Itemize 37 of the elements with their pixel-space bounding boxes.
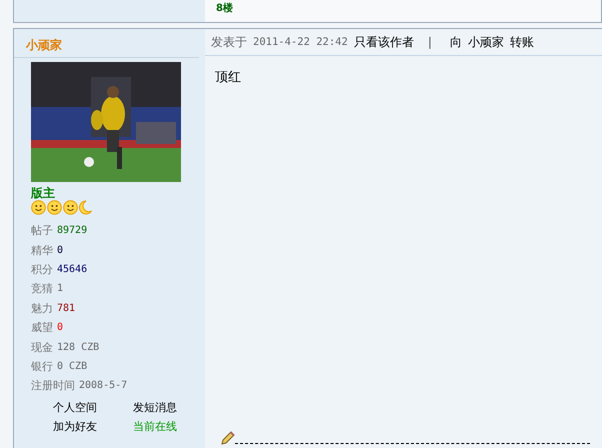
rank-title: 版主 — [31, 186, 56, 200]
stat-value: 0 — [57, 322, 64, 334]
stat-label: 现金 — [31, 340, 53, 355]
moon-icon — [79, 200, 92, 215]
author-only-link[interactable]: 只看该作者 — [354, 34, 414, 50]
stat-value: 128 CZB — [57, 342, 100, 353]
smiley-icon — [31, 200, 46, 215]
stat-label: 积分 — [31, 262, 53, 277]
stat-label: 帖子 — [31, 223, 53, 238]
stat-value: 0 CZB — [57, 360, 88, 372]
stat-label: 注册时间 — [31, 378, 75, 394]
stat-value: 89729 — [57, 225, 88, 236]
profile-link[interactable]: 加为好友 — [53, 418, 97, 434]
stat-label: 威望 — [31, 320, 53, 336]
online-status: 当前在线 — [133, 418, 177, 434]
posted-label: 发表于 — [211, 34, 247, 50]
pencil-icon — [221, 431, 235, 445]
transfer-user[interactable]: 小顽家 — [468, 34, 504, 50]
transfer-link[interactable]: 转账 — [510, 34, 534, 50]
stat-label: 银行 — [31, 358, 53, 374]
profile-link[interactable]: 发短消息 — [133, 400, 177, 415]
stat-value: 1 — [57, 283, 64, 294]
smiley-icon — [63, 200, 78, 215]
stat-value: 2008-5-7 — [79, 380, 128, 392]
smiley-icon — [47, 200, 62, 215]
post-time: 2011-4-22 22:42 — [253, 36, 348, 48]
stat-label: 精华 — [31, 242, 53, 258]
stat-value: 781 — [57, 302, 76, 314]
floor-number: 8楼 — [216, 3, 233, 14]
stat-label: 竞猜 — [31, 281, 53, 296]
transfer-prefix: 向 — [450, 34, 462, 50]
post-content: 顶红 — [214, 69, 242, 87]
separator: | — [428, 35, 432, 49]
stat-value: 45646 — [57, 264, 88, 275]
stat-value: 0 — [57, 244, 64, 256]
stat-label: 魅力 — [31, 300, 53, 316]
profile-link[interactable]: 个人空间 — [53, 400, 97, 415]
